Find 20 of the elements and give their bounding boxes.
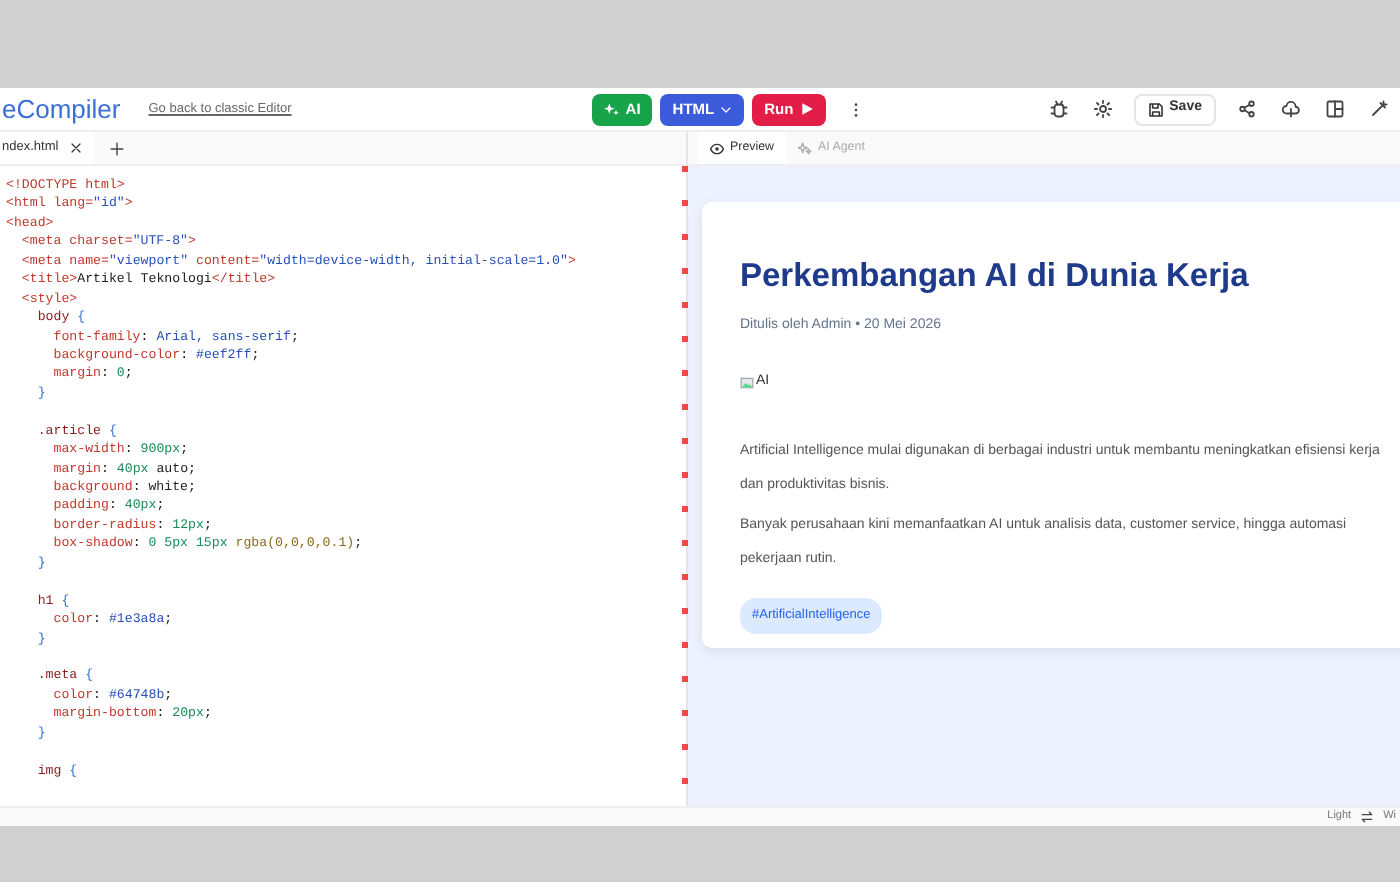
bug-icon — [1050, 100, 1069, 118]
app-logo[interactable]: eCompiler — [2, 89, 121, 129]
close-icon — [70, 142, 83, 154]
swap-icon — [1360, 810, 1375, 824]
eye-icon — [710, 141, 724, 155]
tools-icon — [1369, 100, 1387, 118]
chevron-down-icon — [720, 103, 733, 115]
sparkle-icon — [798, 141, 813, 155]
plus-icon — [109, 141, 124, 155]
cloud-icon — [1281, 100, 1299, 118]
play-icon — [799, 102, 814, 116]
theme-button[interactable] — [1089, 95, 1118, 123]
sun-icon — [1094, 100, 1113, 118]
article-title: Perkembangan AI di Dunia Kerja — [740, 258, 1251, 298]
sparkle-icon — [603, 101, 620, 117]
share-icon — [1237, 100, 1255, 118]
theme-toggle-button[interactable] — [1359, 809, 1376, 825]
layout-icon — [1325, 100, 1343, 118]
broken-image-icon — [740, 376, 754, 391]
cloud-button[interactable] — [1276, 95, 1304, 123]
